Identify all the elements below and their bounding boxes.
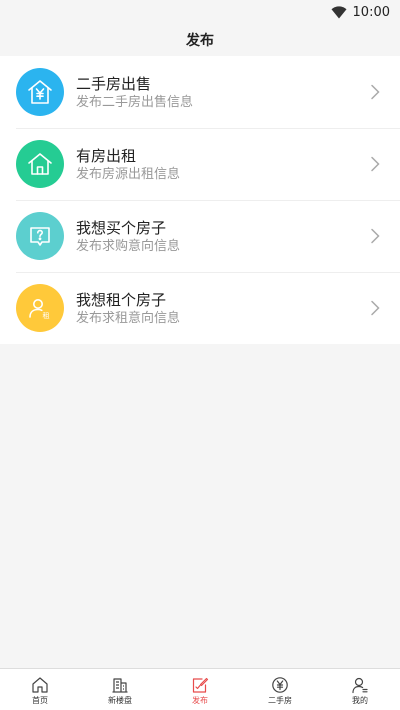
menu-item-title: 有房出租 — [76, 147, 137, 165]
menu-item-want-buy[interactable]: 我想买个房子 发布求购意向信息 — [0, 200, 400, 272]
person-rent-icon: 租 — [16, 284, 64, 332]
chevron-right-icon — [370, 228, 380, 248]
tab-label: 二手房 — [268, 695, 292, 705]
tab-label: 发布 — [192, 695, 208, 705]
question-board-icon — [16, 212, 64, 260]
tab-second-hand[interactable]: 二手房 — [240, 669, 320, 710]
yen-circle-icon — [271, 676, 289, 694]
page-title: 发布 — [186, 33, 214, 49]
menu-item-subtitle: 发布求购意向信息 — [76, 239, 181, 254]
tab-home[interactable]: 首页 — [0, 669, 80, 710]
menu-item-rent-out[interactable]: 有房出租 发布房源出租信息 — [0, 128, 400, 200]
building-icon — [111, 676, 129, 694]
publish-menu: 二手房出售 发布二手房出售信息 有房出租 发布房源出租信息 我想买个房子 发布求… — [0, 56, 400, 344]
menu-item-title: 二手房出售 — [76, 75, 152, 93]
tab-label: 首页 — [32, 695, 48, 705]
menu-item-subtitle: 发布求租意向信息 — [76, 311, 181, 326]
menu-item-sell-second-hand[interactable]: 二手房出售 发布二手房出售信息 — [0, 56, 400, 128]
menu-item-subtitle: 发布二手房出售信息 — [76, 95, 194, 110]
house-yen-icon — [16, 68, 64, 116]
chevron-right-icon — [370, 300, 380, 320]
home-icon — [31, 676, 49, 694]
wifi-icon — [331, 5, 347, 19]
tab-new-buildings[interactable]: 新楼盘 — [80, 669, 160, 710]
rent-badge: 租 — [43, 312, 50, 320]
menu-item-title: 我想买个房子 — [76, 219, 167, 237]
status-time: 10:00 — [352, 4, 390, 20]
header: 发布 — [0, 24, 400, 56]
menu-item-subtitle: 发布房源出租信息 — [76, 167, 181, 182]
status-bar: 10:00 — [0, 0, 400, 24]
house-icon — [16, 140, 64, 188]
edit-icon — [191, 676, 209, 694]
menu-item-want-rent[interactable]: 租 我想租个房子 发布求租意向信息 — [0, 272, 400, 344]
tab-publish[interactable]: 发布 — [160, 669, 240, 710]
chevron-right-icon — [370, 156, 380, 176]
tab-mine[interactable]: 我的 — [320, 669, 400, 710]
menu-item-title: 我想租个房子 — [76, 291, 167, 309]
tab-label: 新楼盘 — [108, 695, 132, 705]
bottom-tab-bar: 首页 新楼盘 发布 二手房 我的 — [0, 668, 400, 710]
user-icon — [351, 676, 369, 694]
chevron-right-icon — [370, 84, 380, 104]
tab-label: 我的 — [352, 695, 368, 705]
